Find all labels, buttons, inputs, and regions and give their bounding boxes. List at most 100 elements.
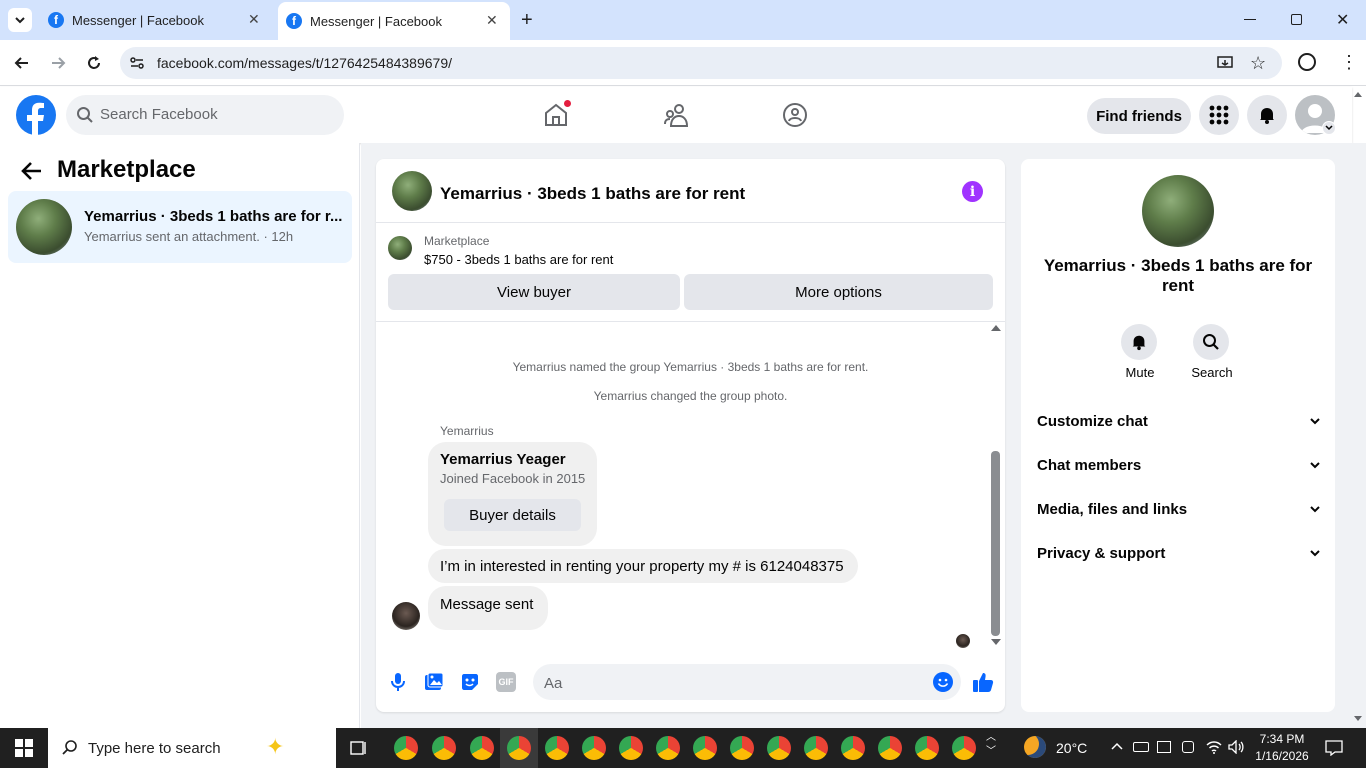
friends-icon[interactable]	[663, 102, 689, 128]
back-arrow-icon[interactable]	[21, 161, 43, 181]
install-app-icon[interactable]	[1216, 54, 1234, 72]
row-label: Privacy & support	[1037, 544, 1166, 562]
microphone-icon[interactable]	[390, 672, 406, 692]
sticker-icon[interactable]	[460, 672, 480, 692]
message-input[interactable]	[533, 664, 961, 700]
chevron-down-icon	[1310, 418, 1320, 425]
chrome-app-icon[interactable]	[507, 736, 531, 760]
seen-avatar	[956, 634, 970, 648]
message-bubble[interactable]: I’m in interested in renting your proper…	[428, 549, 858, 583]
chrome-app-icon[interactable]	[656, 736, 680, 760]
back-icon[interactable]	[13, 54, 31, 72]
task-view-icon[interactable]	[350, 739, 368, 757]
page-scroll-up-icon[interactable]	[1354, 92, 1362, 97]
battery-icon[interactable]	[1133, 742, 1149, 752]
chevron-down-icon	[1310, 462, 1320, 469]
system-message: Yemarrius named the group Yemarrius · 3b…	[512, 360, 869, 374]
photo-icon[interactable]	[424, 672, 444, 692]
browser-menu-icon[interactable]: ⋮	[1340, 52, 1358, 73]
notification-center-icon[interactable]	[1325, 740, 1343, 756]
chat-title[interactable]: Yemarrius · 3beds 1 baths are for rent	[440, 184, 745, 204]
close-tab-icon[interactable]: ✕	[248, 11, 260, 28]
chrome-app-icon[interactable]	[915, 736, 939, 760]
chat-members-row[interactable]: Chat members	[1037, 453, 1321, 477]
notifications-button[interactable]	[1247, 95, 1287, 135]
url-text: facebook.com/messages/t/1276425484389679…	[157, 55, 452, 71]
chrome-app-icon[interactable]	[952, 736, 976, 760]
chat-group-avatar[interactable]	[392, 171, 432, 211]
copilot-sparkle-icon[interactable]: ✦	[266, 734, 284, 760]
search-icon	[76, 106, 94, 124]
media-files-links-row[interactable]: Media, files and links	[1037, 497, 1321, 521]
message-input-placeholder: Aa	[544, 675, 563, 692]
search-icon	[1203, 334, 1219, 350]
chrome-app-icon[interactable]	[730, 736, 754, 760]
find-friends-button[interactable]: Find friends	[1087, 98, 1191, 134]
more-options-button[interactable]: More options	[684, 274, 993, 310]
scroll-up-arrow-icon[interactable]	[991, 325, 1001, 331]
bell-icon	[1260, 108, 1274, 124]
group-photo[interactable]	[1142, 175, 1214, 247]
chrome-app-icon[interactable]	[582, 736, 606, 760]
chrome-app-icon[interactable]	[394, 736, 418, 760]
message-bubble[interactable]: Message sent	[428, 586, 548, 630]
groups-icon[interactable]	[782, 102, 808, 128]
reload-icon[interactable]	[85, 54, 103, 72]
chrome-app-icon[interactable]	[619, 736, 643, 760]
buyer-card-name: Yemarrius Yeager	[440, 451, 566, 468]
tab-search-button[interactable]	[8, 8, 32, 32]
account-chevron-icon[interactable]	[1322, 121, 1336, 135]
tab-title: Messenger | Facebook	[310, 13, 442, 29]
mute-button[interactable]	[1121, 324, 1157, 360]
profile-icon[interactable]	[1298, 53, 1316, 71]
scroll-down-arrow-icon[interactable]	[991, 639, 1001, 645]
browser-tab-active[interactable]: f Messenger | Facebook ✕	[278, 2, 510, 40]
emoji-icon[interactable]	[933, 672, 953, 692]
thumbs-up-icon[interactable]	[972, 671, 994, 693]
privacy-support-row[interactable]: Privacy & support	[1037, 541, 1321, 565]
info-icon[interactable]: i	[962, 181, 983, 202]
chrome-app-icon[interactable]	[693, 736, 717, 760]
listing-price-title[interactable]: $750 - 3beds 1 baths are for rent	[424, 252, 613, 267]
bookmark-star-icon[interactable]: ☆	[1250, 53, 1266, 74]
customize-chat-row[interactable]: Customize chat	[1037, 409, 1321, 433]
meet-now-icon[interactable]	[1182, 741, 1194, 753]
close-tab-icon[interactable]: ✕	[486, 12, 498, 29]
chrome-app-icon[interactable]	[878, 736, 902, 760]
restore-button[interactable]	[1291, 14, 1302, 25]
weather-temperature[interactable]: 20°C	[1056, 740, 1087, 756]
buyer-card-subtitle: Joined Facebook in 2015	[440, 471, 586, 486]
buyer-details-button[interactable]: Buyer details	[444, 499, 581, 531]
facebook-logo-icon[interactable]	[16, 95, 56, 135]
new-tab-button[interactable]: +	[521, 9, 533, 32]
chrome-app-icon[interactable]	[470, 736, 494, 760]
gif-icon[interactable]: GIF	[496, 672, 516, 692]
browser-tab[interactable]: f Messenger | Facebook ✕	[40, 0, 272, 40]
chrome-app-icon[interactable]	[767, 736, 791, 760]
taskbar-search-placeholder: Type here to search	[88, 740, 221, 757]
weather-icon[interactable]	[1024, 736, 1046, 758]
site-info-icon[interactable]	[128, 54, 146, 72]
volume-icon[interactable]	[1228, 740, 1244, 754]
forward-icon[interactable]	[49, 54, 67, 72]
windows-start-icon[interactable]	[15, 739, 33, 757]
taskbar-overflow-icon[interactable]: ︿ ﹀	[986, 731, 996, 759]
minimize-button[interactable]	[1244, 19, 1256, 20]
chrome-app-icon[interactable]	[804, 736, 828, 760]
tray-chevron-up-icon[interactable]	[1110, 739, 1124, 753]
taskbar-clock[interactable]: 7:34 PM 1/16/2026	[1254, 731, 1310, 765]
scrollbar-thumb[interactable]	[991, 451, 1000, 636]
menu-grid-button[interactable]	[1199, 95, 1239, 135]
group-name: Yemarrius · 3beds 1 baths are for rent	[1043, 256, 1313, 295]
wifi-icon[interactable]	[1206, 740, 1222, 754]
chrome-app-icon[interactable]	[841, 736, 865, 760]
security-icon[interactable]	[1157, 741, 1171, 753]
close-window-button[interactable]: ✕	[1336, 10, 1349, 30]
chrome-app-icon[interactable]	[432, 736, 456, 760]
page-scroll-down-icon[interactable]	[1354, 716, 1362, 721]
chrome-app-icon[interactable]	[545, 736, 569, 760]
search-chat-button[interactable]	[1193, 324, 1229, 360]
view-buyer-button[interactable]: View buyer	[388, 274, 680, 310]
conversation-snippet: Yemarrius sent an attachment. · 12h	[84, 229, 294, 244]
marketplace-label: Marketplace	[424, 234, 490, 248]
